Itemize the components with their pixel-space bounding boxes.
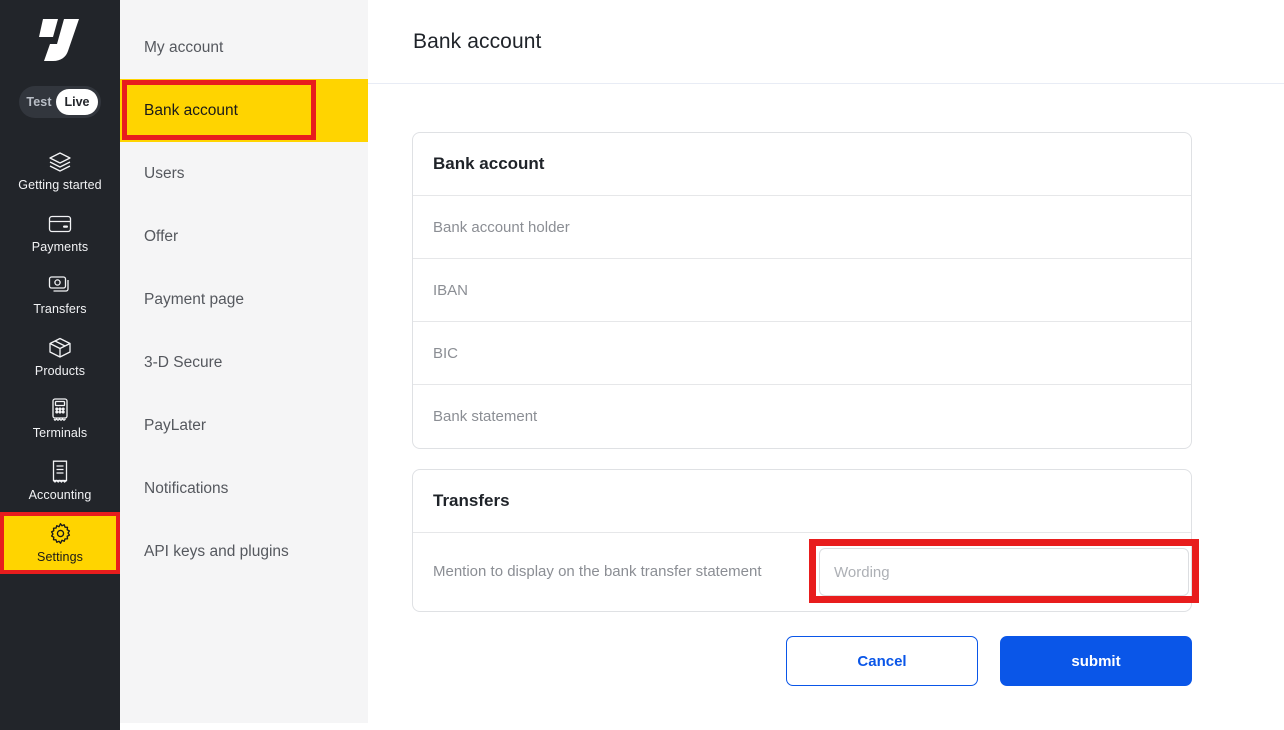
primary-sidebar: Test Live Getting started Payments Trans… — [0, 0, 120, 730]
box-icon — [48, 337, 72, 359]
payplug-p-logo-icon — [39, 19, 79, 61]
main-area: Bank account Bank account Bank account h… — [368, 0, 1284, 730]
transfers-mention-label: Mention to display on the bank transfer … — [433, 563, 762, 580]
sidebar-item-my-account[interactable]: My account — [120, 16, 368, 79]
bank-account-card-title: Bank account — [413, 133, 1191, 196]
sidebar-item-payment-page[interactable]: Payment page — [120, 268, 368, 331]
app-root: Test Live Getting started Payments Trans… — [0, 0, 1284, 730]
sec-nav-label: 3-D Secure — [144, 353, 223, 371]
sec-nav-label: API keys and plugins — [144, 542, 289, 560]
sidebar-label: Transfers — [33, 301, 87, 316]
layers-icon — [48, 151, 72, 173]
sidebar-item-notifications[interactable]: Notifications — [120, 457, 368, 520]
wording-input[interactable] — [819, 548, 1189, 596]
sidebar-item-transfers[interactable]: Transfers — [0, 264, 120, 326]
sidebar-item-payments[interactable]: Payments — [0, 202, 120, 264]
top-bar: Bank account — [368, 0, 1284, 84]
sidebar-item-getting-started[interactable]: Getting started — [0, 140, 120, 202]
environment-toggle[interactable]: Test Live — [19, 86, 101, 118]
sec-nav-label: Users — [144, 164, 185, 182]
banknotes-icon — [48, 275, 72, 297]
sec-nav-label: Offer — [144, 227, 179, 245]
row-label: Bank statement — [433, 408, 538, 425]
credit-card-icon — [48, 213, 72, 235]
sidebar-label: Payments — [31, 239, 89, 254]
cancel-button[interactable]: Cancel — [786, 636, 978, 686]
primary-nav-list: Getting started Payments Transfers Produ… — [0, 140, 120, 574]
content-area: Bank account Bank account holder IBAN BI… — [368, 84, 1284, 730]
row-label: IBAN — [433, 281, 469, 299]
sidebar-item-users[interactable]: Users — [120, 142, 368, 205]
env-test-option[interactable]: Test — [22, 95, 56, 109]
sidebar-item-terminals[interactable]: Terminals — [0, 388, 120, 450]
page-title: Bank account — [413, 29, 542, 53]
sidebar-label: Getting started — [18, 177, 102, 192]
row-bank-account-holder[interactable]: Bank account holder — [413, 196, 1191, 259]
form-actions: Cancel submit — [412, 636, 1192, 686]
env-live-option[interactable]: Live — [56, 89, 98, 115]
sec-nav-label: Bank account — [144, 101, 238, 119]
sidebar-item-products[interactable]: Products — [0, 326, 120, 388]
gear-icon — [49, 523, 72, 545]
sidebar-item-api-keys-and-plugins[interactable]: API keys and plugins — [120, 520, 368, 583]
app-logo[interactable] — [0, 14, 120, 66]
sidebar-item-accounting[interactable]: Accounting — [0, 450, 120, 512]
row-iban[interactable]: IBAN — [413, 259, 1191, 322]
sidebar-label: Settings — [37, 549, 83, 564]
transfers-card: Transfers Mention to display on the bank… — [412, 469, 1199, 612]
sidebar-label: Products — [34, 363, 86, 378]
card-terminal-icon — [50, 398, 70, 421]
sec-nav-label: Payment page — [144, 290, 244, 308]
wording-field-zone — [809, 539, 1199, 603]
bank-account-card: Bank account Bank account holder IBAN BI… — [412, 132, 1192, 449]
sidebar-label: Accounting — [28, 487, 92, 502]
row-label: Bank account holder — [433, 218, 570, 236]
sidebar-item-offer[interactable]: Offer — [120, 205, 368, 268]
row-label: BIC — [433, 344, 459, 362]
sidebar-item-settings[interactable]: Settings — [0, 512, 120, 574]
submit-button[interactable]: submit — [1000, 636, 1192, 686]
sidebar-item-paylater[interactable]: PayLater — [120, 394, 368, 457]
settings-secondary-nav: My account Bank account Users Offer Paym… — [120, 0, 368, 723]
receipt-icon — [50, 460, 70, 483]
sidebar-item-3d-secure[interactable]: 3-D Secure — [120, 331, 368, 394]
sidebar-item-bank-account[interactable]: Bank account — [120, 79, 368, 142]
transfers-card-title: Transfers — [413, 470, 1191, 533]
transfers-mention-row: Mention to display on the bank transfer … — [413, 533, 1199, 611]
sidebar-label: Terminals — [32, 425, 88, 440]
sec-nav-label: PayLater — [144, 416, 207, 434]
sec-nav-label: Notifications — [144, 479, 229, 497]
row-bank-statement[interactable]: Bank statement — [413, 385, 1191, 448]
sec-nav-label: My account — [144, 38, 224, 56]
row-bic[interactable]: BIC — [413, 322, 1191, 385]
